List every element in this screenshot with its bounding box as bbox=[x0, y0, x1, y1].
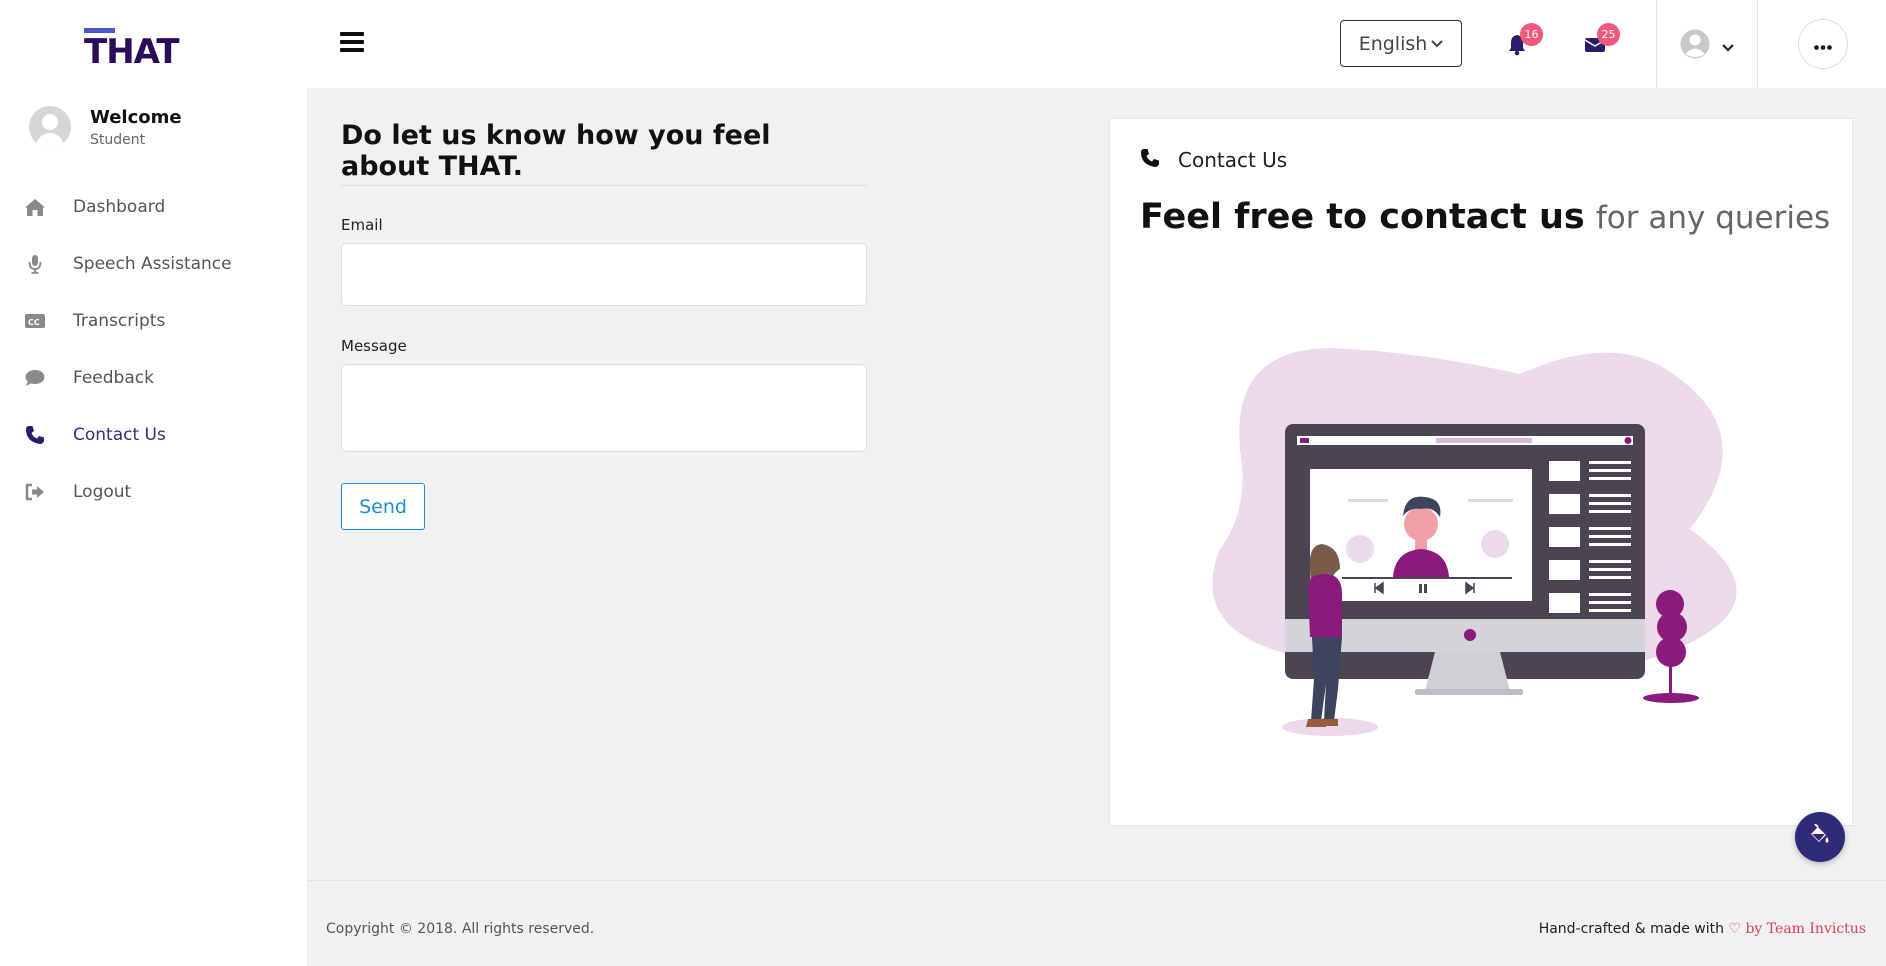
credit-prefix: Hand-crafted & made with bbox=[1538, 921, 1724, 937]
sidebar-item-label: Transcripts bbox=[73, 310, 166, 331]
language-select[interactable]: English bbox=[1340, 20, 1462, 67]
headline-strong: Feel free to contact us bbox=[1140, 197, 1585, 237]
message-field[interactable] bbox=[341, 364, 867, 452]
sidebar-item-feedback[interactable]: Feedback bbox=[0, 349, 307, 406]
email-field[interactable] bbox=[341, 243, 867, 306]
sidebar-item-speech-assistance[interactable]: Speech Assistance bbox=[0, 235, 307, 292]
feedback-form: Do let us know how you feel about THAT. … bbox=[341, 120, 867, 452]
contact-illustration bbox=[1200, 319, 1760, 753]
form-title: Do let us know how you feel about THAT. bbox=[341, 120, 867, 186]
notifications-badge: 16 bbox=[1520, 23, 1543, 46]
top-header: English 16 25 bbox=[307, 0, 1886, 88]
contact-card: Contact Us Feel free to contact us for a… bbox=[1109, 118, 1853, 826]
header-divider bbox=[1656, 0, 1657, 88]
avatar bbox=[29, 106, 71, 148]
ellipsis-icon bbox=[1814, 35, 1832, 54]
sidebar-item-label: Contact Us bbox=[73, 424, 166, 445]
svg-text:CC: CC bbox=[28, 318, 40, 327]
sidebar-item-dashboard[interactable]: Dashboard bbox=[0, 178, 307, 235]
user-role: Student bbox=[90, 131, 146, 148]
language-value: English bbox=[1358, 32, 1428, 55]
paint-bucket-icon bbox=[1809, 823, 1831, 850]
sidebar-item-contact-us[interactable]: Contact Us bbox=[0, 406, 307, 463]
closed-caption-icon: CC bbox=[24, 310, 46, 332]
contact-card-header: Contact Us bbox=[1140, 148, 1287, 172]
microphone-icon bbox=[24, 253, 46, 275]
sign-out-icon bbox=[24, 481, 46, 503]
user-avatar-icon bbox=[1680, 29, 1710, 63]
app-logo[interactable]: THAT bbox=[84, 28, 180, 72]
sidebar-item-label: Speech Assistance bbox=[73, 253, 232, 274]
sidebar-item-label: Dashboard bbox=[73, 196, 166, 217]
sidebar: THAT Welcome Student Dashboard Speech As… bbox=[0, 0, 307, 966]
footer-divider bbox=[307, 880, 1886, 881]
more-options-button[interactable] bbox=[1798, 19, 1848, 69]
messages-badge: 25 bbox=[1597, 23, 1620, 46]
header-divider bbox=[1757, 0, 1758, 88]
comment-icon bbox=[24, 367, 46, 389]
sidebar-item-logout[interactable]: Logout bbox=[0, 463, 307, 520]
sidebar-item-label: Feedback bbox=[73, 367, 154, 388]
menu-toggle-icon[interactable] bbox=[340, 32, 364, 52]
message-label: Message bbox=[341, 337, 407, 355]
home-icon bbox=[24, 196, 46, 218]
sidebar-nav: Dashboard Speech Assistance CC Transcrip… bbox=[0, 178, 307, 520]
messages-button[interactable]: 25 bbox=[1584, 23, 1620, 60]
phone-icon bbox=[1140, 148, 1160, 172]
credit-team: by Team Invictus bbox=[1745, 921, 1866, 937]
heart-icon: ♡ bbox=[1728, 921, 1742, 937]
welcome-text: Welcome bbox=[90, 106, 182, 128]
theme-customizer-button[interactable] bbox=[1795, 812, 1845, 862]
send-button[interactable]: Send bbox=[341, 483, 425, 530]
contact-headline: Feel free to contact us for any queries bbox=[1140, 197, 1830, 237]
notifications-button[interactable]: 16 bbox=[1507, 23, 1543, 60]
email-label: Email bbox=[341, 216, 383, 234]
logo-text: THAT bbox=[84, 32, 180, 72]
sidebar-item-label: Logout bbox=[73, 481, 132, 502]
user-profile: Welcome Student bbox=[29, 106, 182, 148]
chevron-down-icon bbox=[1431, 36, 1444, 52]
sidebar-item-transcripts[interactable]: CC Transcripts bbox=[0, 292, 307, 349]
headline-light: for any queries bbox=[1595, 200, 1831, 236]
phone-icon bbox=[24, 424, 46, 446]
chevron-down-icon bbox=[1722, 37, 1734, 56]
user-menu[interactable] bbox=[1680, 29, 1734, 63]
contact-card-title: Contact Us bbox=[1178, 148, 1288, 172]
footer-credit: Hand-crafted & made with ♡ by Team Invic… bbox=[1539, 921, 1866, 937]
footer-copyright: Copyright © 2018. All rights reserved. bbox=[326, 921, 595, 937]
